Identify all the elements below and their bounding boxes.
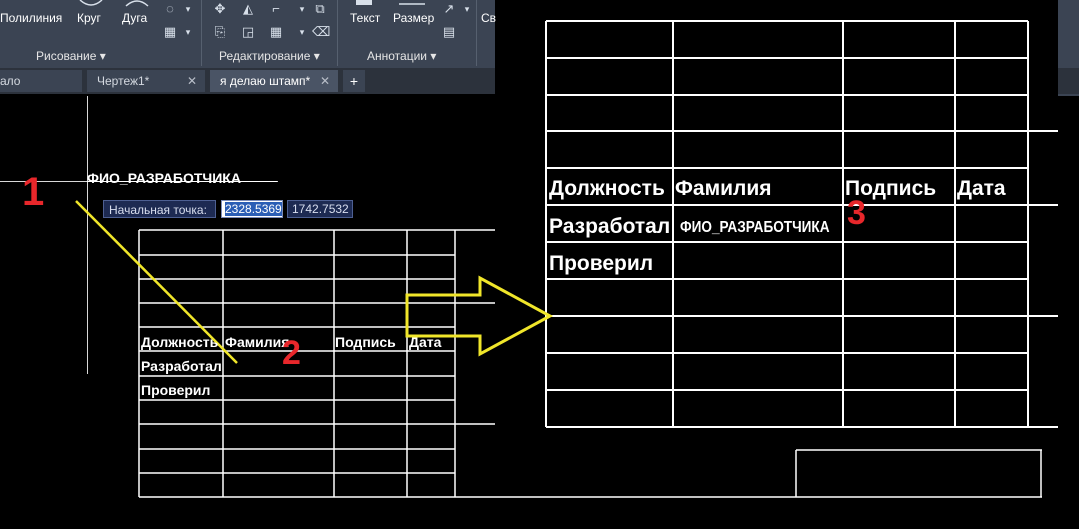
big-row-checked: Проверил	[549, 252, 654, 275]
marker-1: 1	[22, 170, 45, 214]
marker-2: 2	[282, 334, 301, 372]
filled-attribute-value: ФИО_РАЗРАБОТЧИКА	[680, 219, 830, 236]
big-header-surname: Фамилия	[675, 177, 772, 200]
big-header-position: Должность	[549, 177, 665, 200]
small-row-checked: Проверил	[141, 382, 211, 398]
big-row-developed: Разработал	[549, 215, 671, 238]
small-header-surname: Фамилия	[225, 334, 290, 350]
small-header-position: Должность	[141, 334, 219, 350]
small-header-signature: Подпись	[335, 334, 396, 350]
small-header-date: Дата	[409, 334, 442, 350]
marker-3: 3	[847, 194, 866, 232]
big-header-date: Дата	[957, 177, 1006, 200]
drawing-canvas[interactable]	[0, 0, 1079, 529]
small-row-developed: Разработал	[141, 358, 222, 374]
